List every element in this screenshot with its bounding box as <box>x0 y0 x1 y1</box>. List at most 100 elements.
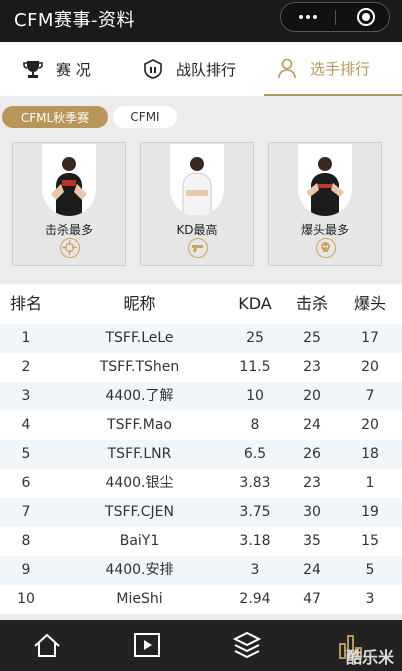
headshots-cell: 19 <box>361 504 379 520</box>
table-row[interactable]: 7 TSFF.CJEN 3.75 30 19 <box>0 498 402 527</box>
capsule-divider <box>335 10 336 25</box>
person-icon <box>276 57 298 79</box>
pistol-icon <box>188 238 208 258</box>
headshots-cell: 5 <box>365 562 375 578</box>
headshots-cell: 3 <box>365 591 375 607</box>
close-target-icon[interactable] <box>357 8 375 26</box>
season-pill-cfml[interactable]: CFML秋季赛 <box>2 106 108 128</box>
rank-cell: 6 <box>21 475 31 491</box>
headshots-cell: 7 <box>365 388 375 404</box>
kills-cell: 24 <box>303 562 321 578</box>
kda-cell: 25 <box>246 330 264 346</box>
season-selector: CFML秋季赛 CFMI <box>0 96 402 136</box>
kda-cell: 3 <box>250 562 260 578</box>
watermark-text: 酷乐米 <box>345 648 394 667</box>
kills-cell: 25 <box>303 330 321 346</box>
rank-cell: 4 <box>21 417 31 433</box>
rank-cell: 5 <box>21 446 31 462</box>
name-cell: TSFF.CJEN <box>105 504 174 520</box>
title-bar: CFM赛事-资料 <box>0 0 402 42</box>
dot-icon <box>299 15 303 19</box>
season-pill-cfmi[interactable]: CFMI <box>113 106 177 128</box>
dot-icon <box>313 15 317 19</box>
name-cell: 4400.安排 <box>105 562 174 578</box>
kda-cell: 3.18 <box>239 533 271 549</box>
kda-cell: 10 <box>246 388 264 404</box>
name-cell: 4400.了解 <box>105 388 174 404</box>
name-cell: MieShi <box>116 591 163 607</box>
bottom-navigation: 酷乐米 <box>0 620 402 671</box>
card-label: 爆头最多 <box>300 223 349 237</box>
page-title: CFM赛事-资料 <box>14 10 135 31</box>
kda-cell: 2.94 <box>239 591 271 607</box>
card-label: KD最高 <box>176 223 218 237</box>
headshots-cell: 18 <box>361 446 379 462</box>
table-row[interactable]: 9 4400.安排 3 24 5 <box>0 556 402 585</box>
play-icon[interactable] <box>132 630 162 660</box>
dot-icon <box>306 15 310 19</box>
headshots-cell: 20 <box>361 417 379 433</box>
kda-cell: 11.5 <box>239 359 271 375</box>
kills-cell: 24 <box>303 417 321 433</box>
table-row[interactable]: 3 4400.了解 10 20 7 <box>0 382 402 411</box>
rank-cell: 7 <box>21 504 31 520</box>
card-most-kills[interactable]: 击杀最多 <box>12 142 126 266</box>
player-portrait <box>298 144 352 216</box>
card-label: 击杀最多 <box>44 223 93 237</box>
header-name[interactable]: 昵称 <box>52 284 227 324</box>
skull-icon <box>316 238 336 258</box>
rank-cell: 8 <box>21 533 31 549</box>
crosshair-icon <box>60 238 80 258</box>
more-options-button[interactable] <box>281 3 335 31</box>
tab-label: 战队排行 <box>176 60 237 79</box>
name-cell: TSFF.Mao <box>107 417 172 433</box>
kills-cell: 26 <box>303 446 321 462</box>
layers-icon[interactable] <box>232 630 262 660</box>
table-row[interactable]: 4 TSFF.Mao 8 24 20 <box>0 411 402 440</box>
headshots-cell: 17 <box>361 330 379 346</box>
card-highest-kd[interactable]: KD最高 <box>140 142 254 266</box>
kda-cell: 8 <box>250 417 260 433</box>
header-kills[interactable]: 击杀 <box>284 284 340 324</box>
mini-program-capsule <box>280 2 390 32</box>
player-portrait <box>42 144 96 216</box>
table-row[interactable]: 10 MieShi 2.94 47 3 <box>0 585 402 614</box>
kda-cell: 3.83 <box>239 475 271 491</box>
header-headshots[interactable]: 爆头 <box>340 284 400 324</box>
table-row[interactable]: 2 TSFF.TShen 11.5 23 20 <box>0 353 402 382</box>
header-kda[interactable]: KDA <box>230 284 280 324</box>
kills-cell: 47 <box>303 591 321 607</box>
home-icon[interactable] <box>32 630 62 660</box>
name-cell: 4400.银尘 <box>105 475 174 491</box>
rank-cell: 10 <box>17 591 35 607</box>
card-most-headshots[interactable]: 爆头最多 <box>268 142 382 266</box>
table-row[interactable]: 5 TSFF.LNR 6.5 26 18 <box>0 440 402 469</box>
kills-cell: 20 <box>303 388 321 404</box>
table-row[interactable]: 1 TSFF.LeLe 25 25 17 <box>0 324 402 353</box>
headshots-cell: 20 <box>361 359 379 375</box>
kda-cell: 3.75 <box>239 504 271 520</box>
headshots-cell: 15 <box>361 533 379 549</box>
tab-player-ranking[interactable]: 选手排行 <box>264 42 402 96</box>
player-portrait <box>170 144 224 216</box>
name-cell: TSFF.LeLe <box>105 330 174 346</box>
kills-cell: 23 <box>303 475 321 491</box>
rank-cell: 3 <box>21 388 31 404</box>
header-rank[interactable]: 排名 <box>0 284 52 324</box>
kills-cell: 23 <box>303 359 321 375</box>
tab-label: 赛 况 <box>56 60 91 79</box>
headshots-cell: 1 <box>365 475 375 491</box>
shield-icon <box>142 58 164 80</box>
kills-cell: 35 <box>303 533 321 549</box>
name-cell: BaiY1 <box>119 533 160 549</box>
trophy-icon <box>22 58 44 80</box>
table-row[interactable]: 8 BaiY1 3.18 35 15 <box>0 527 402 556</box>
rank-cell: 1 <box>21 330 31 346</box>
kda-cell: 6.5 <box>243 446 267 462</box>
table-row[interactable]: 6 4400.银尘 3.83 23 1 <box>0 469 402 498</box>
tab-match-status[interactable]: 赛 况 <box>22 42 91 96</box>
kills-cell: 30 <box>303 504 321 520</box>
tab-label: 选手排行 <box>310 59 371 78</box>
name-cell: TSFF.TShen <box>99 359 180 375</box>
tab-team-ranking[interactable]: 战队排行 <box>142 42 236 96</box>
